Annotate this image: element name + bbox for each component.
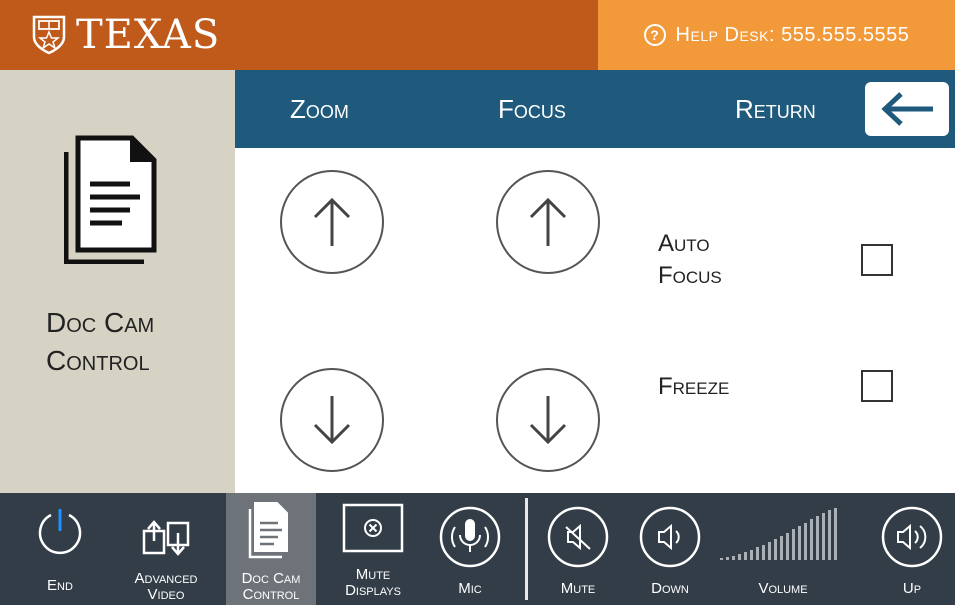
mute-label: Mute xyxy=(560,580,596,597)
ut-shield-icon xyxy=(32,15,66,55)
freeze-label: Freeze xyxy=(658,373,730,400)
volume-bars xyxy=(720,508,837,560)
volume-label: Volume xyxy=(758,580,808,597)
auto-focus-label: Auto Focus xyxy=(658,228,722,292)
focus-heading: Focus xyxy=(498,94,566,124)
mute-displays-icon xyxy=(342,503,404,553)
left-panel: Doc Cam Control xyxy=(0,70,235,493)
nav-bar: Zoom Focus Return xyxy=(235,70,955,148)
focus-near-button[interactable] xyxy=(496,170,600,274)
speaker-mute-icon xyxy=(547,506,609,568)
end-label: End xyxy=(47,577,73,594)
microphone-icon xyxy=(439,506,501,568)
zoom-out-button[interactable] xyxy=(280,368,384,472)
texas-logo: TEXAS xyxy=(32,10,220,60)
auto-focus-label-line2: Focus xyxy=(658,262,722,289)
auto-focus-checkbox[interactable] xyxy=(861,244,893,276)
arrow-down-icon xyxy=(313,396,351,445)
end-button[interactable]: End xyxy=(20,493,100,605)
volume-down-icon xyxy=(639,506,701,568)
up-label: Up xyxy=(902,580,922,597)
advanced-video-button[interactable]: Advanced Video xyxy=(118,493,214,605)
logo-text: TEXAS xyxy=(76,12,221,58)
document-icon xyxy=(64,135,157,264)
auto-focus-label-line1: Auto xyxy=(658,230,710,257)
help-desk-label: Help Desk: 555.555.5555 xyxy=(675,23,910,46)
volume-meter: Volume xyxy=(718,493,858,605)
panel-title: Doc Cam Control xyxy=(46,304,154,380)
document-icon xyxy=(248,502,288,559)
mic-label: Mic xyxy=(458,580,482,597)
doc-cam-controls: Auto Focus Freeze xyxy=(235,148,955,493)
mute-displays-button[interactable]: Mute Displays xyxy=(328,493,418,605)
screen-share-icon xyxy=(142,520,190,556)
zoom-in-button[interactable] xyxy=(280,170,384,274)
power-icon xyxy=(38,509,82,555)
top-bar: TEXAS ? Help Desk: 555.555.5555 xyxy=(0,0,955,70)
doc-cam-control-button[interactable]: Doc Cam Control xyxy=(226,493,316,605)
freeze-checkbox[interactable] xyxy=(861,370,893,402)
return-label[interactable]: Return xyxy=(735,70,816,148)
arrow-left-icon xyxy=(881,92,933,126)
volume-down-button[interactable]: Down xyxy=(632,493,708,605)
bottom-bar-divider xyxy=(525,498,528,600)
arrow-up-icon xyxy=(529,197,567,246)
doc-cam-control-label: Doc Cam Control xyxy=(241,570,301,603)
panel-title-line2: Control xyxy=(46,345,150,376)
panel-title-line1: Doc Cam xyxy=(46,307,155,338)
advanced-video-label: Advanced Video xyxy=(134,570,198,603)
volume-up-button[interactable]: Up xyxy=(874,493,950,605)
return-button[interactable] xyxy=(865,82,949,136)
down-label: Down xyxy=(651,580,689,597)
volume-up-icon xyxy=(881,506,943,568)
help-desk-banner[interactable]: ? Help Desk: 555.555.5555 xyxy=(598,0,955,70)
arrow-down-icon xyxy=(529,396,567,445)
bottom-bar: End Advanced Video Doc Cam Control Mute … xyxy=(0,493,955,605)
mute-button[interactable]: Mute xyxy=(540,493,616,605)
question-circle-icon: ? xyxy=(643,24,666,46)
zoom-heading: Zoom xyxy=(290,94,349,124)
mute-displays-label: Mute Displays xyxy=(345,566,401,599)
arrow-up-icon xyxy=(313,197,351,246)
mic-button[interactable]: Mic xyxy=(432,493,508,605)
focus-far-button[interactable] xyxy=(496,368,600,472)
